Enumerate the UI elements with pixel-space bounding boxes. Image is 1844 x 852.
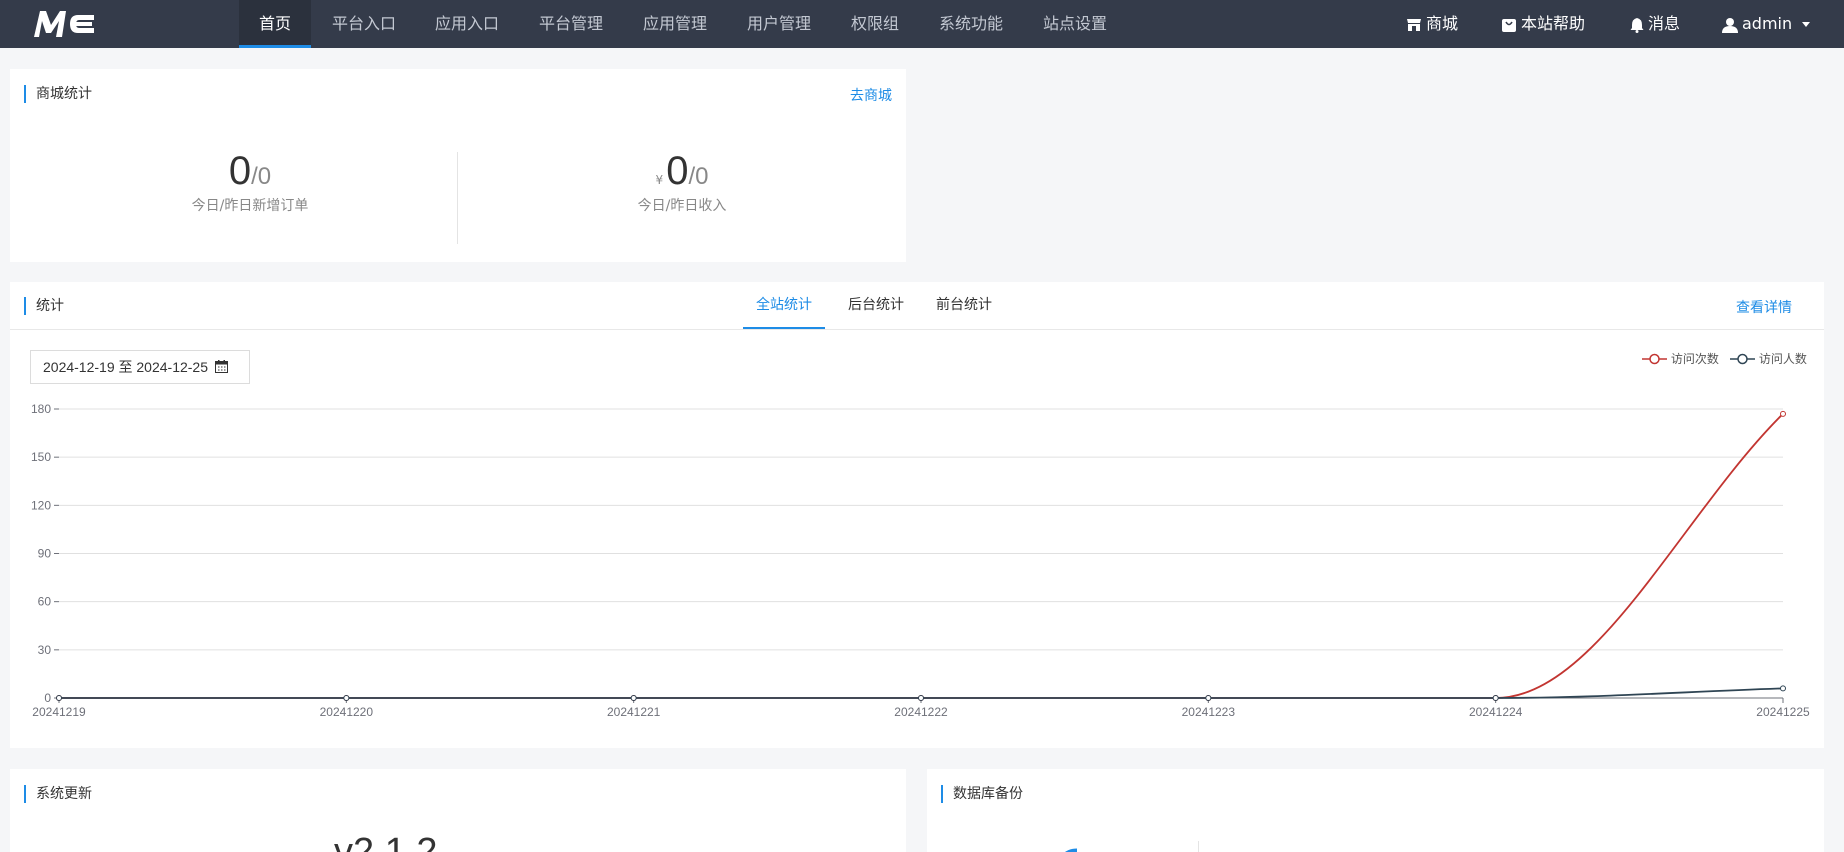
mall-stats-card: 商城统计 去商城 0/0 今日/昨日新增订单 ¥0/0 今日/昨日收入: [10, 69, 906, 262]
y-tick-label: 90: [38, 547, 52, 561]
x-tick-label: 20241222: [894, 705, 948, 719]
nav-item-site-settings[interactable]: 站点设置: [1032, 0, 1118, 48]
shop-label: 商城: [1426, 14, 1459, 33]
series-line-0: [58, 413, 1784, 699]
nav-item-app-entry[interactable]: 应用入口: [424, 0, 510, 48]
y-tick-label: 180: [31, 402, 51, 416]
x-tick-label: 20241220: [320, 705, 374, 719]
x-tick-label: 20241221: [607, 705, 661, 719]
nav-item-platform-manage[interactable]: 平台管理: [528, 0, 614, 48]
data-point: [918, 695, 924, 701]
help-link[interactable]: 本站帮助: [1501, 0, 1585, 48]
currency-symbol: ¥: [655, 173, 664, 187]
visits-line-chart: 0 30 60 90 120 150 180 20241219 20241220 20241221…: [31, 402, 1810, 719]
messages-label: 消息: [1648, 14, 1681, 33]
db-backup-card: 数据库备份: [927, 769, 1824, 852]
username: admin: [1742, 14, 1793, 33]
data-point: [56, 695, 62, 701]
help-label: 本站帮助: [1521, 14, 1586, 33]
db-backup-title: 数据库备份: [941, 785, 1023, 803]
user-icon: [1722, 17, 1738, 33]
system-update-title: 系统更新: [24, 785, 92, 803]
stat-divider: [457, 152, 458, 244]
x-tick-label: 20241219: [32, 705, 86, 719]
x-tick-label: 20241224: [1469, 705, 1523, 719]
shop-icon: [1407, 18, 1421, 31]
x-tick-label: 20241223: [1182, 705, 1236, 719]
income-value: ¥0/0: [582, 149, 782, 194]
backup-progress-ring-icon: [1065, 848, 1078, 852]
income-yesterday: /0: [688, 163, 709, 190]
data-point: [630, 695, 637, 701]
orders-today: 0: [228, 149, 252, 193]
orders-label: 今日/昨日新增订单: [191, 198, 309, 214]
nav-item-app-manage[interactable]: 应用管理: [632, 0, 718, 48]
y-tick-label: 30: [38, 643, 52, 657]
orders-value: 0/0: [150, 149, 350, 194]
version-number: v2.1.2: [334, 831, 438, 852]
data-point: [343, 695, 350, 701]
mall-stats-title: 商城统计: [24, 85, 92, 103]
statistics-card: 统计 全站统计 后台统计 前台统计 查看详情 2024-12-19 至 2024…: [10, 282, 1824, 748]
user-menu[interactable]: admin: [1722, 0, 1811, 48]
chevron-down-icon: [1802, 22, 1811, 27]
income-label: 今日/昨日收入: [637, 198, 727, 214]
data-point: [1780, 685, 1786, 692]
messages-link[interactable]: 消息: [1630, 0, 1680, 48]
nav-item-permission-group[interactable]: 权限组: [840, 0, 910, 48]
nav-item-platform-entry[interactable]: 平台入口: [321, 0, 407, 48]
y-tick-label: 60: [38, 595, 52, 609]
backup-divider: [1198, 841, 1199, 852]
data-point: [1780, 410, 1786, 417]
data-point: [1492, 695, 1499, 701]
nav-item-system-functions[interactable]: 系统功能: [928, 0, 1014, 48]
top-navbar: 首页 平台入口 应用入口 平台管理 应用管理 用户管理 权限组 系统功能 站点设…: [0, 0, 1844, 48]
shop-link[interactable]: 商城: [1406, 0, 1458, 48]
y-tick-label: 150: [31, 450, 51, 464]
orders-yesterday: /0: [251, 163, 272, 190]
system-update-card: 系统更新 v2.1.2: [10, 769, 906, 852]
y-tick-label: 120: [31, 498, 51, 512]
nav-item-user-manage[interactable]: 用户管理: [736, 0, 822, 48]
bell-icon: [1630, 17, 1644, 33]
x-tick-label: 20241225: [1756, 705, 1810, 719]
y-tick-label: 0: [44, 691, 51, 705]
logo-icon[interactable]: [32, 9, 98, 39]
income-today: 0: [666, 149, 689, 193]
data-point: [1205, 695, 1212, 701]
help-bag-icon: [1502, 18, 1516, 32]
go-to-mall-link[interactable]: 去商城: [850, 85, 892, 105]
nav-item-home[interactable]: 首页: [239, 0, 311, 48]
